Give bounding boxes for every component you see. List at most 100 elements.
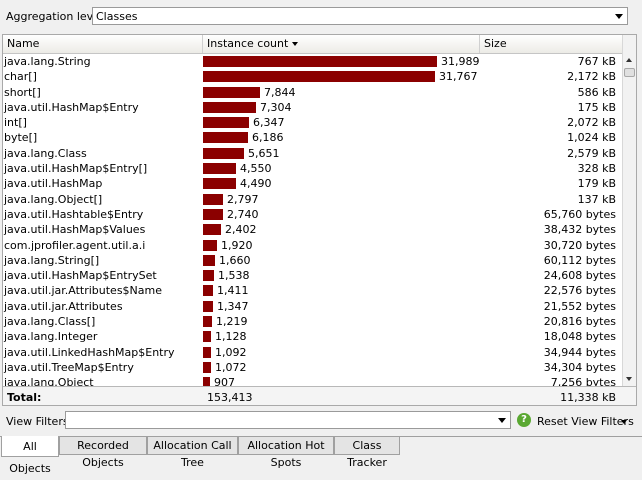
view-filter-bar: View Filters: ? Reset View Filters: [0, 408, 642, 434]
instance-count: 1,092: [215, 345, 247, 359]
aggregation-bar: Aggregation level: Classes: [0, 0, 642, 32]
instance-count: 7,304: [260, 100, 292, 114]
table-row[interactable]: java.util.HashMap$EntrySet 1,538 24,608 by…: [3, 268, 622, 283]
reset-filters-dropdown-icon[interactable]: [621, 420, 627, 424]
view-tabs: All Objects Recorded Objects Allocation Ca…: [0, 436, 642, 475]
tab-allocation-call-tree[interactable]: Allocation Call Tree: [147, 437, 238, 469]
chevron-down-icon[interactable]: [612, 9, 626, 23]
table-row[interactable]: char[] 31,767 2,172 kB: [3, 69, 622, 84]
size-value: 586 kB: [577, 85, 616, 99]
view-filters-label: View Filters:: [6, 415, 73, 428]
table-row[interactable]: com.jprofiler.agent.util.a.i 1,920 30,720 …: [3, 238, 622, 253]
size-value: 60,112 bytes: [543, 253, 616, 267]
instance-count: 4,490: [240, 177, 272, 191]
table-row[interactable]: short[] 7,844 586 kB: [3, 85, 622, 100]
table-row[interactable]: java.util.LinkedHashMap$Entry 1,092 34,944…: [3, 345, 622, 360]
table-row[interactable]: java.lang.Object[] 2,797 137 kB: [3, 192, 622, 207]
class-name: java.util.TreeMap$Entry: [4, 360, 134, 374]
instance-count-bar: [203, 361, 211, 373]
table-row[interactable]: java.lang.Class 5,651 2,579 kB: [3, 146, 622, 161]
table-row[interactable]: java.util.jar.Attributes 1,347 21,552 byte…: [3, 299, 622, 314]
scroll-up-icon[interactable]: [623, 53, 636, 67]
instance-count-bar: [203, 270, 214, 282]
column-header-size[interactable]: Size: [480, 35, 622, 53]
table-row[interactable]: java.lang.Integer 1,128 18,048 bytes: [3, 329, 622, 344]
instance-count-bar: [203, 285, 213, 297]
instance-count: 1,660: [219, 253, 251, 267]
size-value: 2,579 kB: [567, 146, 616, 160]
tab-recorded-objects[interactable]: Recorded Objects: [59, 437, 147, 469]
instance-count: 1,347: [217, 299, 249, 313]
instance-count: 31,767: [439, 70, 478, 84]
instance-count-bar: [203, 101, 256, 113]
instance-count: 1,128: [215, 330, 247, 344]
table-row[interactable]: java.util.TreeMap$Entry 1,072 34,304 bytes: [3, 360, 622, 375]
size-value: 175 kB: [577, 100, 616, 114]
instance-count-bar: [203, 254, 215, 266]
sort-descending-icon: [292, 42, 299, 46]
instance-count: 2,797: [227, 192, 259, 206]
size-value: 21,552 bytes: [543, 299, 616, 313]
instance-count: 2,740: [227, 207, 259, 221]
table-row[interactable]: java.util.HashMap$Entry[] 4,550 328 kB: [3, 161, 622, 176]
column-header-name[interactable]: Name: [3, 35, 203, 53]
scroll-down-icon[interactable]: [623, 372, 636, 386]
instance-count: 31,989: [441, 55, 480, 68]
aggregation-select[interactable]: Classes: [92, 7, 628, 25]
tab-allocation-hot-spots[interactable]: Allocation Hot Spots: [238, 437, 334, 469]
size-value: 38,432 bytes: [543, 223, 616, 237]
table-row[interactable]: java.util.HashMap$Values 2,402 38,432 byte…: [3, 222, 622, 237]
instance-count: 1,411: [217, 284, 249, 298]
instance-count: 5,651: [248, 146, 280, 160]
reset-view-filters-button[interactable]: Reset View Filters: [537, 415, 634, 428]
instance-count-bar: [203, 346, 211, 358]
class-name: java.util.jar.Attributes: [4, 299, 123, 313]
size-value: 1,024 kB: [567, 131, 616, 145]
table-row[interactable]: java.lang.String[] 1,660 60,112 bytes: [3, 253, 622, 268]
class-name: java.lang.String[]: [4, 253, 100, 267]
instance-count-bar: [203, 239, 217, 251]
chevron-down-icon[interactable]: [495, 413, 509, 427]
instance-count: 2,402: [225, 223, 257, 237]
size-value: 34,944 bytes: [543, 345, 616, 359]
table-row[interactable]: java.util.Hashtable$Entry 2,740 65,760 byt…: [3, 207, 622, 222]
column-header-instance-count[interactable]: Instance count: [203, 35, 480, 53]
tab-class-tracker[interactable]: Class Tracker: [334, 437, 400, 469]
instance-count-bar: [203, 56, 437, 67]
class-name: java.util.HashMap: [4, 177, 103, 191]
class-name: com.jprofiler.agent.util.a.i: [4, 238, 146, 252]
instance-count-bar: [203, 331, 211, 343]
size-value: 18,048 bytes: [543, 330, 616, 344]
objects-table: Name Instance count Size java.lang.Strin…: [2, 34, 637, 406]
table-row[interactable]: java.lang.Class[] 1,219 20,816 bytes: [3, 314, 622, 329]
table-row[interactable]: int[] 6,347 2,072 kB: [3, 115, 622, 130]
vertical-scrollbar[interactable]: [622, 35, 636, 386]
instance-count: 1,072: [215, 360, 247, 374]
column-header-size-label: Size: [484, 37, 507, 50]
table-row[interactable]: byte[] 6,186 1,024 kB: [3, 130, 622, 145]
instance-count-bar: [203, 178, 236, 190]
class-name: java.util.HashMap$Entry: [4, 100, 139, 114]
scroll-thumb[interactable]: [624, 68, 635, 77]
table-header: Name Instance count Size: [3, 35, 622, 54]
size-value: 767 kB: [577, 55, 616, 68]
class-name: java.lang.Class: [4, 146, 87, 160]
table-row[interactable]: java.util.HashMap$Entry 7,304 175 kB: [3, 100, 622, 115]
table-row[interactable]: java.util.jar.Attributes$Name 1,411 22,576…: [3, 283, 622, 298]
instance-count: 6,186: [252, 131, 284, 145]
view-filters-input[interactable]: [65, 411, 511, 429]
size-value: 137 kB: [577, 192, 616, 206]
instance-count-bar: [203, 193, 223, 205]
size-value: 30,720 bytes: [543, 238, 616, 252]
table-row[interactable]: java.util.HashMap 4,490 179 kB: [3, 176, 622, 191]
instance-count-bar: [203, 132, 248, 144]
size-value: 179 kB: [577, 177, 616, 191]
instance-count: 1,538: [218, 269, 250, 283]
tab-all-objects[interactable]: All Objects: [1, 436, 59, 475]
size-value: 328 kB: [577, 162, 616, 176]
instance-count-bar: [203, 163, 236, 175]
size-value: 2,172 kB: [567, 70, 616, 84]
table-row[interactable]: java.lang.String 31,989 767 kB: [3, 54, 622, 69]
reset-filters-icon[interactable]: ?: [517, 413, 531, 427]
total-size: 11,338 kB: [560, 391, 616, 404]
